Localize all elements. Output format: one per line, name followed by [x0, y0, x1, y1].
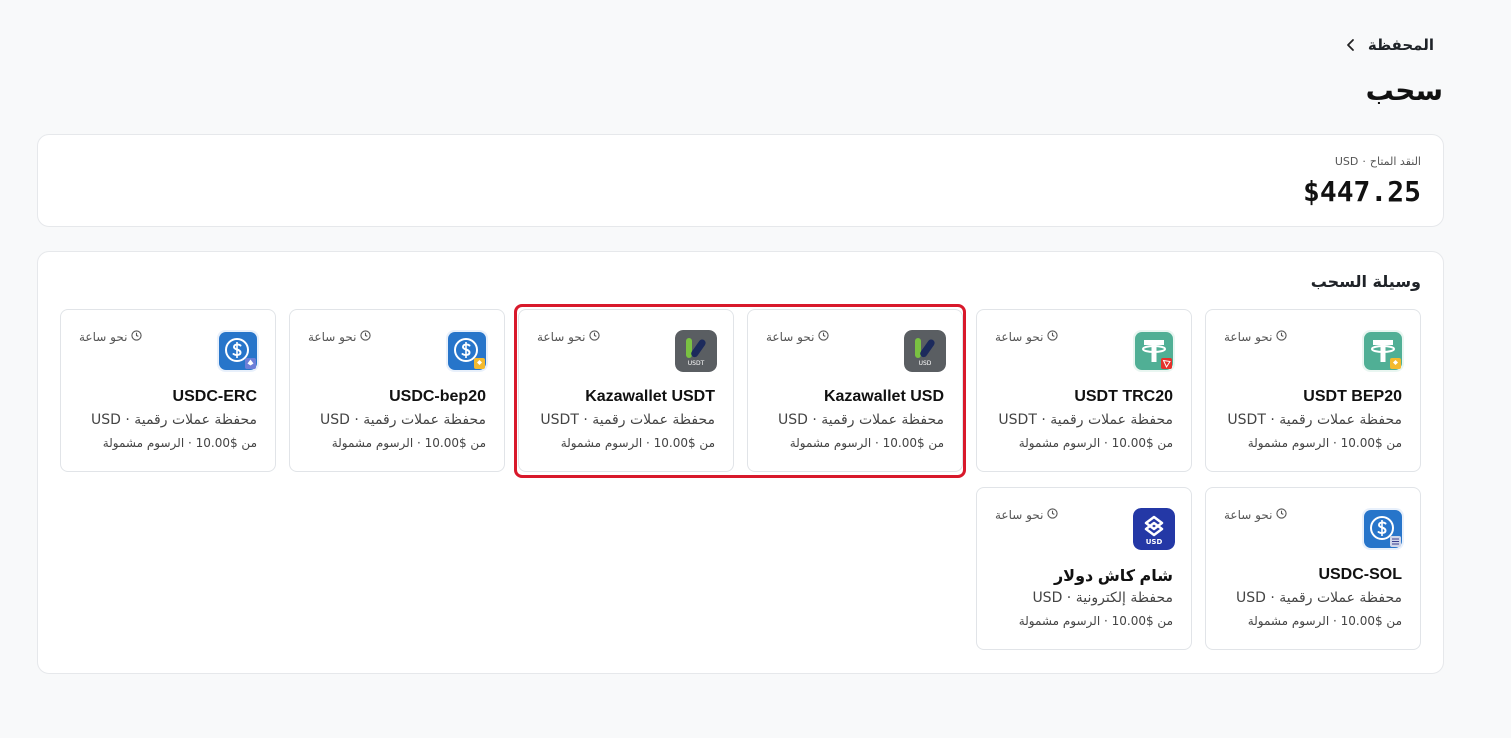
method-time-text: نحو ساعة — [995, 508, 1044, 522]
method-time-text: نحو ساعة — [1224, 508, 1273, 522]
clock-icon — [1276, 330, 1288, 344]
balance-currency: USD — [1334, 155, 1359, 168]
method-type: محفظة عملات رقمية · USDT — [1227, 412, 1402, 428]
method-fees: من $10.00 · الرسوم مشمولة — [1018, 614, 1173, 628]
balance-label: النقد المتاح · USD — [1335, 155, 1421, 168]
chevron-left-icon[interactable] — [1344, 38, 1358, 52]
method-fees: من $10.00 · الرسوم مشمولة — [331, 436, 486, 450]
method-type: محفظة عملات رقمية · USD — [90, 412, 257, 428]
balance-separator: · — [1362, 155, 1366, 168]
method-type: محفظة عملات رقمية · USD — [319, 412, 486, 428]
shamcash-usd-icon: USD — [1133, 508, 1175, 550]
method-name: شام كاش دولار — [1053, 568, 1173, 585]
balance-label-text: النقد المتاح — [1369, 155, 1421, 168]
shamcash-icon-text: USD — [1145, 538, 1163, 546]
clock-icon — [818, 330, 830, 344]
method-time-text: نحو ساعة — [308, 330, 357, 344]
method-time: نحو ساعة — [766, 330, 830, 344]
breadcrumb-wallet-link[interactable]: المحفظة — [1368, 36, 1434, 54]
method-card-usdt-trc20[interactable]: نحو ساعة USDT TRC20 محفظة عملات رقمية · … — [976, 309, 1192, 472]
methods-title: وسيلة السحب — [1310, 272, 1421, 291]
method-fees: من $10.00 · الرسوم مشمولة — [789, 436, 944, 450]
method-card-usdc-erc[interactable]: نحو ساعة USDC-ERC محفظة عملات رقمية · US… — [60, 309, 276, 472]
method-type: محفظة عملات رقمية · USDT — [540, 412, 715, 428]
method-name: Kazawallet USD — [823, 388, 944, 405]
clock-icon — [589, 330, 601, 344]
method-name: USDC-ERC — [172, 388, 257, 405]
tether-bep20-icon — [1362, 330, 1404, 372]
method-time: نحو ساعة — [1224, 508, 1288, 522]
method-fees: من $10.00 · الرسوم مشمولة — [1018, 436, 1173, 450]
method-type: محفظة عملات رقمية · USDT — [998, 412, 1173, 428]
method-time-text: نحو ساعة — [766, 330, 815, 344]
usdc-bep20-icon — [446, 330, 488, 372]
method-type: محفظة عملات رقمية · USD — [777, 412, 944, 428]
method-time: نحو ساعة — [308, 330, 372, 344]
method-card-kazawallet-usdt[interactable]: USDT نحو ساعة Kazawallet USDT محفظة عملا… — [518, 309, 734, 472]
method-time-text: نحو ساعة — [1224, 330, 1273, 344]
usdc-sol-icon — [1362, 508, 1404, 550]
method-fees: من $10.00 · الرسوم مشمولة — [102, 436, 257, 450]
kazawallet-usd-icon: USD — [904, 330, 946, 372]
clock-icon — [1047, 508, 1059, 522]
method-time: نحو ساعة — [995, 508, 1059, 522]
kazawallet-usdt-icon-text: USDT — [687, 360, 705, 367]
method-time: نحو ساعة — [79, 330, 143, 344]
balance-card: النقد المتاح · USD $447.25 — [37, 134, 1444, 227]
method-time-text: نحو ساعة — [537, 330, 586, 344]
method-name: USDC-bep20 — [389, 388, 486, 405]
method-card-shamcash-usd[interactable]: USD نحو ساعة شام كاش دولار محفظة إلكترون… — [976, 487, 1192, 650]
method-name: USDT BEP20 — [1303, 388, 1402, 405]
breadcrumb[interactable]: المحفظة — [1344, 36, 1434, 54]
method-time: نحو ساعة — [995, 330, 1059, 344]
method-type: محفظة إلكترونية · USD — [1032, 590, 1173, 606]
method-time-text: نحو ساعة — [79, 330, 128, 344]
clock-icon — [1047, 330, 1059, 344]
clock-icon — [131, 330, 143, 344]
method-type: محفظة عملات رقمية · USD — [1235, 590, 1402, 606]
method-fees: من $10.00 · الرسوم مشمولة — [1247, 614, 1402, 628]
method-name: USDC-SOL — [1318, 566, 1402, 583]
method-card-usdc-sol[interactable]: نحو ساعة USDC-SOL محفظة عملات رقمية · US… — [1205, 487, 1421, 650]
method-name: Kazawallet USDT — [585, 388, 715, 405]
clock-icon — [360, 330, 372, 344]
method-time-text: نحو ساعة — [995, 330, 1044, 344]
balance-amount: $447.25 — [1302, 175, 1421, 208]
usdc-erc-icon — [217, 330, 259, 372]
method-fees: من $10.00 · الرسوم مشمولة — [560, 436, 715, 450]
kazawallet-usd-icon-text: USD — [918, 360, 932, 367]
withdraw-page: المحفظة سحب النقد المتاح · USD $447.25 و… — [0, 0, 1511, 738]
method-card-usdt-bep20[interactable]: نحو ساعة USDT BEP20 محفظة عملات رقمية · … — [1205, 309, 1421, 472]
method-time: نحو ساعة — [1224, 330, 1288, 344]
method-card-kazawallet-usd[interactable]: USD نحو ساعة Kazawallet USD محفظة عملات … — [747, 309, 963, 472]
clock-icon — [1276, 508, 1288, 522]
page-title: سحب — [1365, 74, 1443, 107]
method-card-usdc-bep20[interactable]: نحو ساعة USDC-bep20 محفظة عملات رقمية · … — [289, 309, 505, 472]
method-fees: من $10.00 · الرسوم مشمولة — [1247, 436, 1402, 450]
method-name: USDT TRC20 — [1074, 388, 1173, 405]
tether-trc20-icon — [1133, 330, 1175, 372]
kazawallet-usdt-icon: USDT — [675, 330, 717, 372]
method-time: نحو ساعة — [537, 330, 601, 344]
